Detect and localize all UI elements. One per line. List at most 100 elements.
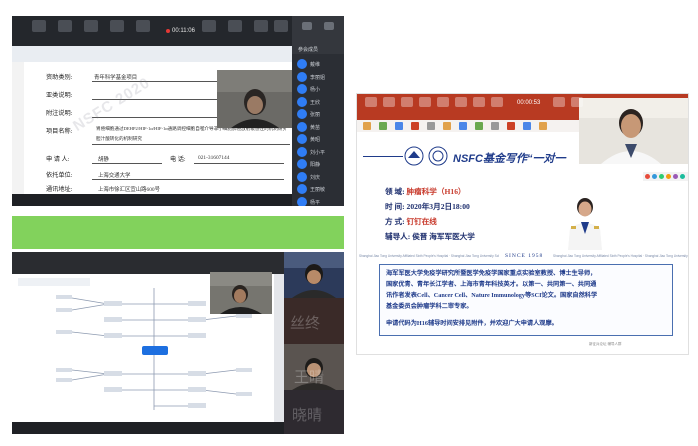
attendee-name: 刘小平 xyxy=(310,149,326,156)
toolbar-button-icon[interactable] xyxy=(110,20,124,32)
title-rule xyxy=(363,156,403,157)
settings-icon[interactable] xyxy=(302,22,312,30)
sidebar-title: 参会成员 xyxy=(298,47,319,53)
toolbar-button-icon[interactable] xyxy=(365,97,377,107)
ribbon-tool-icon[interactable] xyxy=(427,122,435,130)
participant-tile[interactable]: 王晴 xyxy=(284,344,344,390)
ribbon-tool-icon[interactable] xyxy=(395,122,403,130)
toolbar-button-icon[interactable] xyxy=(455,97,467,107)
share-icon[interactable] xyxy=(666,174,671,179)
info-value: 2020年3月2日18:00 xyxy=(406,202,470,211)
form-underline xyxy=(92,163,162,164)
document-ruler xyxy=(12,62,24,194)
person-video-icon xyxy=(579,98,688,164)
toolbar-button-icon[interactable] xyxy=(84,20,98,32)
form-underline xyxy=(92,144,290,145)
attendee-item[interactable]: 刘庆 xyxy=(297,171,341,183)
form-label: 亚类说明: xyxy=(46,92,73,99)
avatar xyxy=(297,159,307,169)
info-value: 侯晋 海军军医大学 xyxy=(412,232,475,241)
share-icon[interactable] xyxy=(673,174,678,179)
share-icon[interactable] xyxy=(645,174,650,179)
speaker-video-feed xyxy=(579,98,688,164)
info-key: 领 域: xyxy=(385,187,405,196)
attendee-item[interactable]: 黄苗 xyxy=(297,121,341,133)
ribbon-tool-icon[interactable] xyxy=(491,122,499,130)
canvas-scrollbar[interactable] xyxy=(274,274,284,422)
avatar xyxy=(297,109,307,119)
ribbon-tool-icon[interactable] xyxy=(411,122,419,130)
participant-name: 王晴 xyxy=(294,368,325,386)
attendee-item[interactable]: 李丽姐 xyxy=(297,71,341,83)
institution-text: Shanghai Jiao Tong University Affiliated… xyxy=(359,254,499,258)
toolbar-button-icon[interactable] xyxy=(58,20,72,32)
attendee-item[interactable]: 张丽 xyxy=(297,108,341,120)
attendee-item[interactable]: 杨小 xyxy=(297,83,341,95)
attendee-item[interactable]: 王欣 xyxy=(297,96,341,108)
attendee-item[interactable]: 黄昭 xyxy=(297,133,341,145)
ribbon-tool-icon[interactable] xyxy=(539,122,547,130)
avatar xyxy=(297,196,307,206)
attendee-name: 黄昭 xyxy=(310,137,321,143)
participant-tile[interactable]: 丝终 xyxy=(284,298,344,344)
meeting-toolbar xyxy=(12,16,292,46)
toolbar-button-icon[interactable] xyxy=(401,97,413,107)
attendee-name: 张丽 xyxy=(310,112,321,118)
ribbon-tool-icon[interactable] xyxy=(459,122,467,130)
attendee-name: 王欣 xyxy=(310,99,321,106)
document-tab-bar xyxy=(12,46,292,62)
bio-box: 海军军医大学免疫学研究所暨医学免疫学国家重点实验室教授、博士生导师， 国家优青、… xyxy=(379,264,673,336)
person-video-icon xyxy=(284,252,344,298)
share-icon[interactable] xyxy=(659,174,664,179)
toolbar-button-icon[interactable] xyxy=(254,20,268,32)
avatar xyxy=(297,121,307,132)
ribbon-tool-icon[interactable] xyxy=(363,122,371,130)
form-underline xyxy=(92,179,284,180)
attendee-item[interactable]: 杨平 xyxy=(297,196,341,206)
ribbon-tool-icon[interactable] xyxy=(523,122,531,130)
participant-name: 晓晴 xyxy=(292,406,323,424)
toolbar-button-icon[interactable] xyxy=(437,97,449,107)
toolbar-button-icon[interactable] xyxy=(202,20,216,32)
ribbon-tool-icon[interactable] xyxy=(443,122,451,130)
close-icon[interactable] xyxy=(324,22,334,30)
participant-tile[interactable]: 晓晴 xyxy=(284,390,344,434)
toolbar-button-icon[interactable] xyxy=(491,97,503,107)
recording-time: 00:11:06 xyxy=(172,28,195,34)
slide-title: NSFC基金写作“一对一 xyxy=(453,153,566,165)
status-bar xyxy=(12,422,284,434)
toolbar-button-icon[interactable] xyxy=(571,97,583,107)
form-value: 上海市徐汇区宜山路600号 xyxy=(98,187,160,193)
info-key: 方 式: xyxy=(385,217,405,226)
share-icon[interactable] xyxy=(680,174,685,179)
bio-line: 基金委员会肿瘤学科二审专家。 xyxy=(386,303,473,310)
info-value: 肿瘤科学（H16） xyxy=(406,187,466,196)
attendee-item[interactable]: 阳静 xyxy=(297,158,341,170)
attendee-item[interactable]: 戴维 xyxy=(297,58,341,70)
meeting-toolbar xyxy=(12,252,284,274)
toolbar-button-icon[interactable] xyxy=(136,20,150,32)
toolbar-button-icon[interactable] xyxy=(32,20,46,32)
toolbar-button-icon[interactable] xyxy=(383,97,395,107)
video-feed xyxy=(210,272,272,314)
ribbon-tool-icon[interactable] xyxy=(507,122,515,130)
attendee-name: 杨小 xyxy=(310,87,321,93)
since-label: SINCE 1958 xyxy=(505,253,544,259)
ribbon-tool-icon[interactable] xyxy=(475,122,483,130)
toolbar-button-icon[interactable] xyxy=(553,97,565,107)
participant-tile[interactable] xyxy=(284,252,344,298)
institution-text: Shanghai Jiao Tong University Affiliated… xyxy=(553,254,688,258)
form-value: 上海交通大学 xyxy=(98,173,131,179)
form-value: 021-31607144 xyxy=(198,155,230,161)
ribbon-tool-icon[interactable] xyxy=(379,122,387,130)
toolbar-button-icon[interactable] xyxy=(228,20,242,32)
form-label: 电 话: xyxy=(170,156,186,163)
toolbar-button-icon[interactable] xyxy=(419,97,431,107)
toolbar-button-icon[interactable] xyxy=(473,97,485,107)
share-icon[interactable] xyxy=(652,174,657,179)
form-value: 胆汁酸转化的机制研究 xyxy=(96,136,142,141)
attendee-item[interactable]: 刘小平 xyxy=(297,146,341,158)
toolbar-button-icon[interactable] xyxy=(274,20,288,32)
bio-note: 申请代码为H16辅导时间安排见附件，并欢迎广大申请人观摩。 xyxy=(386,320,558,327)
attendee-item[interactable]: 王丽敏 xyxy=(297,183,341,195)
